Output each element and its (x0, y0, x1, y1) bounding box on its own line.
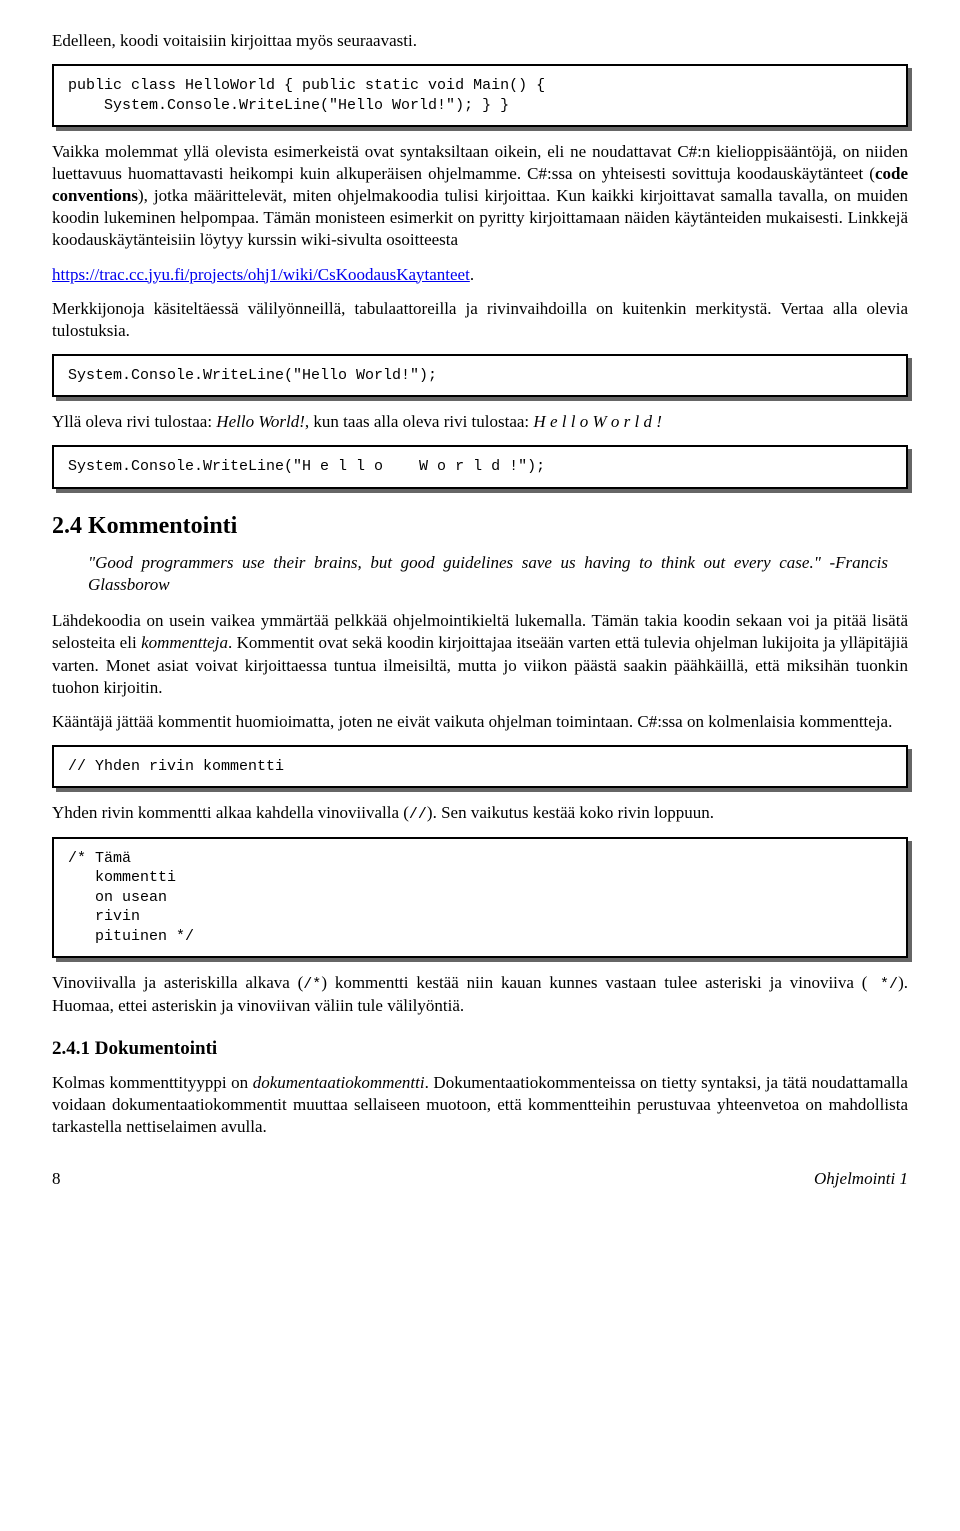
paragraph-multi-line: Vinoviivalla ja asteriskilla alkava (/*)… (52, 972, 908, 1017)
footer-title: Ohjelmointi 1 (814, 1168, 908, 1190)
text-span: . (470, 265, 474, 284)
text-mono: /* (303, 976, 321, 993)
text-span: ), jotka määrittelevät, miten ohjelmakoo… (52, 186, 908, 249)
paragraph-conventions: Vaikka molemmat yllä olevista esimerkeis… (52, 141, 908, 251)
text-span: Yllä oleva rivi tulostaa: (52, 412, 216, 431)
text-span: ) kommentti kestää niin kauan kunnes vas… (321, 973, 867, 992)
paragraph-documentation: Kolmas kommenttityyppi on dokumentaatiok… (52, 1072, 908, 1138)
text-italic: H e l l o W o r l d ! (533, 412, 661, 431)
paragraph-comments-2: Kääntäjä jättää kommentit huomioimatta, … (52, 711, 908, 733)
text-mono: */ (867, 976, 898, 993)
page-footer: 8 Ohjelmointi 1 (52, 1168, 908, 1190)
heading-2-4-1: 2.4.1 Dokumentointi (52, 1037, 908, 1062)
code-block-3: System.Console.WriteLine("H e l l o W o … (52, 445, 908, 489)
link-koodauskaytanteet[interactable]: https://trac.cc.jyu.fi/projects/ohj1/wik… (52, 265, 470, 284)
text-italic: dokumentaatiokommentti (253, 1073, 425, 1092)
code-block-1: public class HelloWorld { public static … (52, 64, 908, 127)
code-block-2: System.Console.WriteLine("Hello World!")… (52, 354, 908, 398)
paragraph-intro: Edelleen, koodi voitaisiin kirjoittaa my… (52, 30, 908, 52)
page-number: 8 (52, 1168, 61, 1190)
text-span: ). Sen vaikutus kestää koko rivin loppuu… (427, 803, 714, 822)
code-block-4: // Yhden rivin kommentti (52, 745, 908, 789)
block-quote: "Good programmers use their brains, but … (88, 552, 908, 596)
paragraph-output-explain: Yllä oleva rivi tulostaa: Hello World!, … (52, 411, 908, 433)
text-italic: kommentteja (141, 633, 228, 652)
paragraph-single-line: Yhden rivin kommentti alkaa kahdella vin… (52, 802, 908, 825)
text-span: Yhden rivin kommentti alkaa kahdella vin… (52, 803, 409, 822)
link-paragraph: https://trac.cc.jyu.fi/projects/ohj1/wik… (52, 264, 908, 286)
paragraph-comments-1: Lähdekoodia on usein vaikea ymmärtää pel… (52, 610, 908, 698)
text-span: Vaikka molemmat yllä olevista esimerkeis… (52, 142, 908, 183)
text-span: Vinoviivalla ja asteriskilla alkava ( (52, 973, 303, 992)
heading-2-4: 2.4 Kommentointi (52, 511, 908, 542)
text-span: , kun taas alla oleva rivi tulostaa: (305, 412, 534, 431)
text-italic: Hello World! (216, 412, 305, 431)
paragraph-whitespace: Merkkijonoja käsiteltäessä välilyönneill… (52, 298, 908, 342)
text-span: Kolmas kommenttityyppi on (52, 1073, 253, 1092)
text-mono: // (409, 806, 427, 823)
code-block-5: /* Tämä kommentti on usean rivin pituine… (52, 837, 908, 959)
